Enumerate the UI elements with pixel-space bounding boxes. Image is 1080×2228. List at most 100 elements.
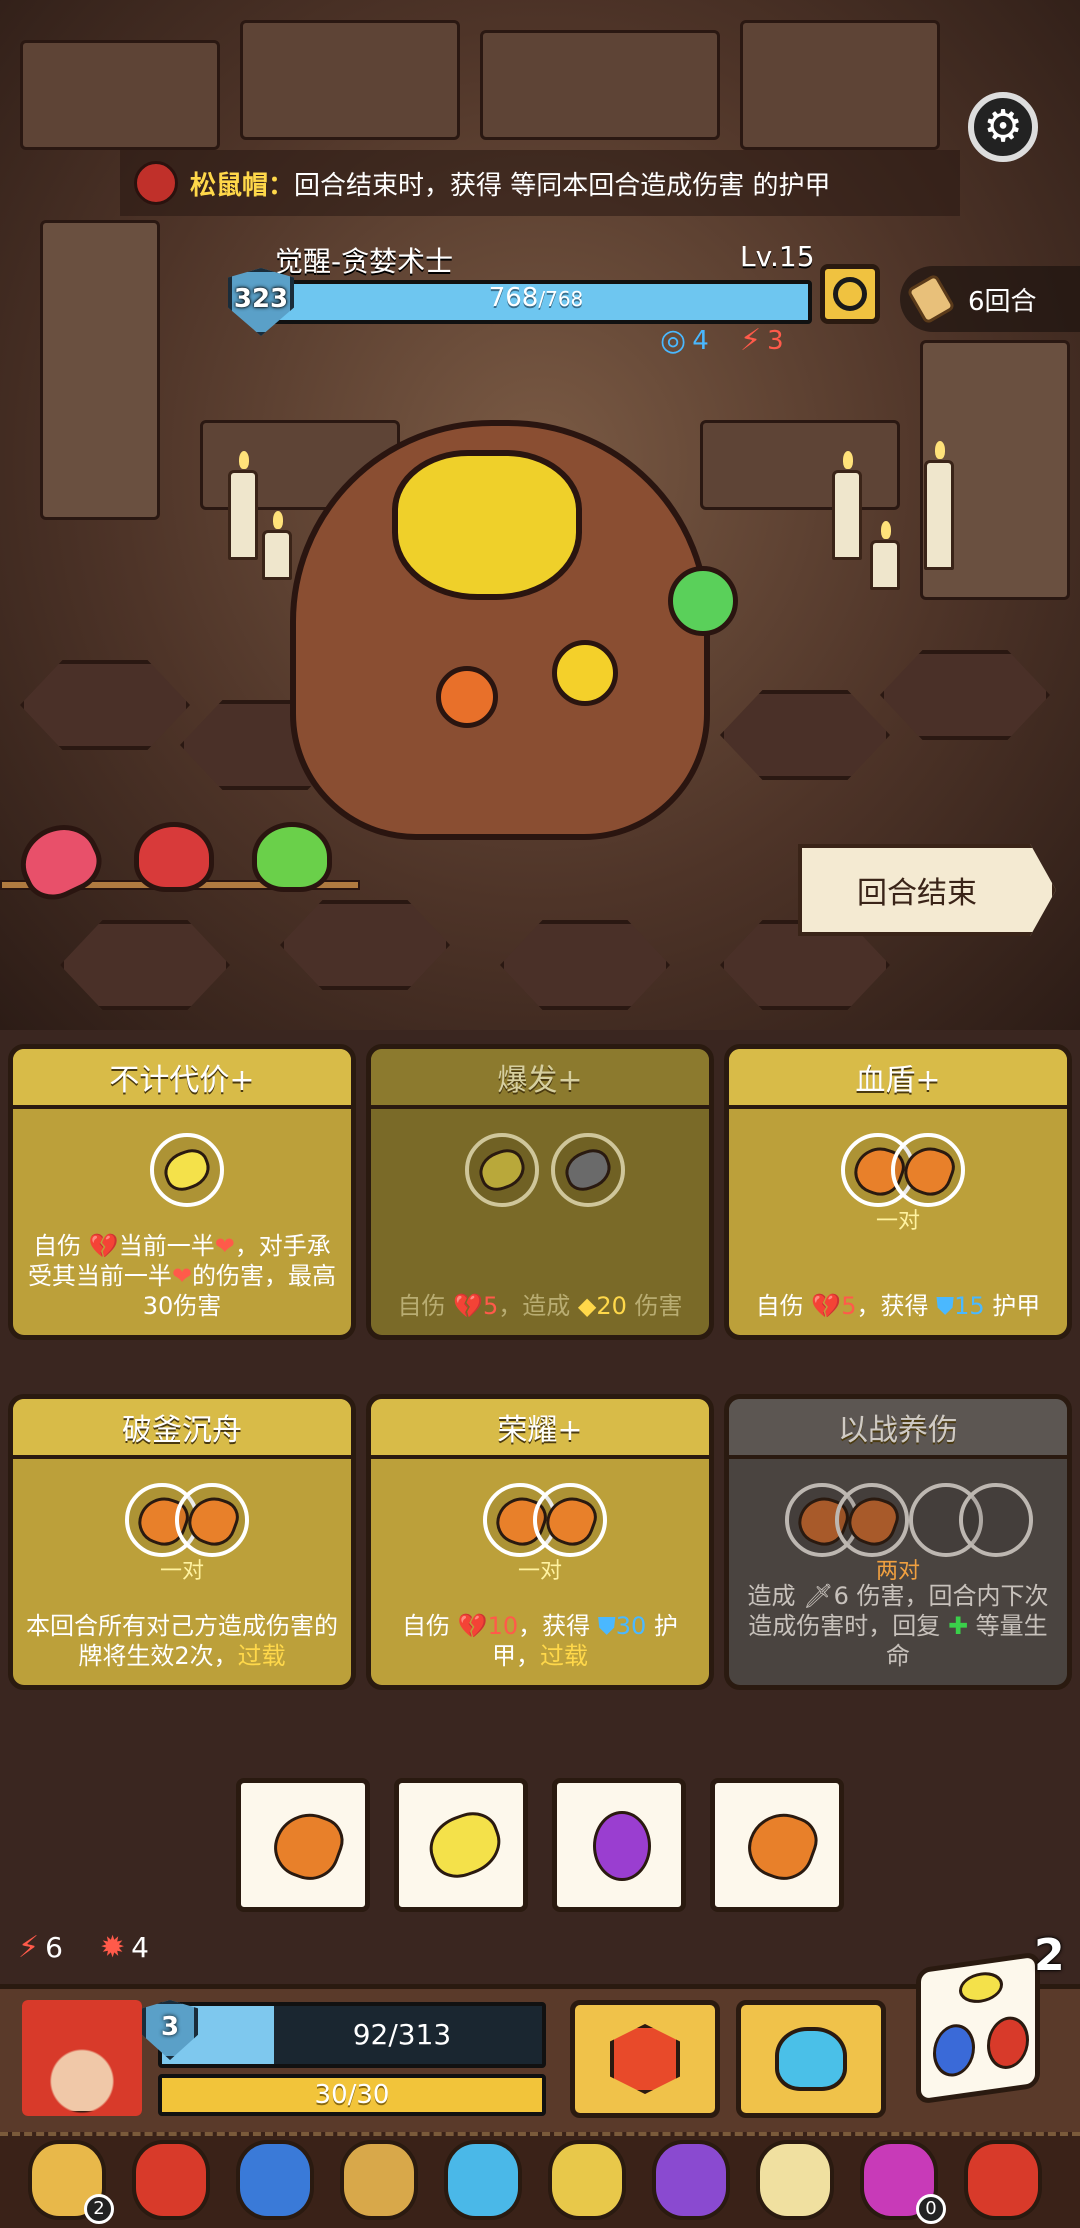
enemy-face: [392, 450, 582, 600]
lemon-icon: [559, 1144, 617, 1196]
fire-orb-icon: [436, 666, 498, 728]
reroll-die-button[interactable]: [916, 1951, 1040, 2105]
mango-icon: [265, 1803, 351, 1889]
lemon-icon: [158, 1144, 216, 1196]
player-status-gear-burst[interactable]: ✹ 4: [100, 1930, 149, 1965]
card-description-segment: 护甲: [984, 1292, 1041, 1320]
dice-slot[interactable]: [533, 1483, 607, 1557]
card-description-segment: 当前一半: [118, 1232, 215, 1260]
spiked-orb-icon[interactable]: [236, 2140, 314, 2220]
blue-skull-skill-button[interactable]: [736, 2000, 886, 2118]
enemy-hp-text: 768/768: [260, 283, 812, 313]
mango-icon: [842, 1490, 904, 1552]
lemon-icon: [473, 1144, 531, 1196]
card-description-segment: 造成: [747, 1582, 804, 1610]
mango-icon: [540, 1490, 602, 1552]
end-turn-button[interactable]: 回合结束: [798, 844, 1056, 936]
card-description: 自伤 💔当前一半❤，对手承受其当前一半❤的伤害，最高30伤害: [23, 1231, 341, 1321]
lemon-icon: [959, 1969, 1003, 2006]
grape-icon: [593, 1811, 651, 1881]
candle: [228, 451, 258, 560]
gear-medal-icon[interactable]: [756, 2140, 834, 2220]
relic-name: 松鼠帽: [190, 170, 269, 201]
card-description-segment: 自伤: [755, 1292, 812, 1320]
blue-skull-icon: [775, 2027, 847, 2091]
candle: [262, 511, 292, 580]
skill-card[interactable]: 血盾+ 一对 自伤 💔5，获得 ⛊15 护甲: [724, 1044, 1072, 1340]
diamond-orb-icon: [552, 640, 618, 706]
avatar-hair: [22, 2000, 142, 2116]
pair-label: 一对: [159, 1559, 204, 1584]
pair-label: 一对: [875, 1209, 920, 1234]
card-description-segment: 过载: [237, 1642, 286, 1670]
dice-slot[interactable]: [465, 1133, 539, 1207]
card-title: 荣耀+: [371, 1399, 709, 1459]
die-lemon[interactable]: [394, 1778, 528, 1912]
die-grape[interactable]: [552, 1778, 686, 1912]
enemy-hp-current: 768: [488, 283, 539, 313]
fire-d20-skill-button[interactable]: [570, 2000, 720, 2118]
blue-shield-icon[interactable]: [444, 2140, 522, 2220]
settings-gear-icon[interactable]: [968, 92, 1038, 162]
die-mango[interactable]: [236, 1778, 370, 1912]
red-dragon-icon[interactable]: [132, 2140, 210, 2220]
card-description: 自伤 💔10，获得 ⛊30 护甲，过载: [381, 1611, 699, 1671]
red-helmet-icon[interactable]: [964, 2140, 1042, 2220]
purple-hat-icon[interactable]: [652, 2140, 730, 2220]
card-description-segment: 💔5: [811, 1292, 857, 1320]
dice-slot[interactable]: [959, 1483, 1033, 1557]
relic-effect: 回合结束时，获得 等同本回合造成伤害 的护甲: [294, 170, 831, 201]
card-description-segment: ⛊15: [936, 1292, 985, 1320]
card-description: 本回合所有对己方造成伤害的牌将生效2次，过载: [23, 1611, 341, 1671]
dice-slot[interactable]: [891, 1133, 965, 1207]
mango-icon: [898, 1140, 960, 1202]
die-mango[interactable]: [710, 1778, 844, 1912]
dice-slot[interactable]: [175, 1483, 249, 1557]
gear-burst-icon: ✹: [100, 1930, 126, 1965]
skill-card[interactable]: 爆发+ 自伤 💔5，造成 ◆20 伤害: [366, 1044, 714, 1340]
pair-label: 一对: [517, 1559, 562, 1584]
card-description-segment: ◆20: [577, 1292, 627, 1320]
player-status-broken-heart[interactable]: ⚡ 6: [18, 1930, 63, 1965]
green-potion-icon[interactable]: [252, 822, 332, 892]
dice-slot[interactable]: [150, 1133, 224, 1207]
enemy-hp-max: /768: [538, 287, 584, 311]
card-description: 自伤 💔5，获得 ⛊15 护甲: [739, 1291, 1057, 1321]
card-description-segment: 自伤: [402, 1612, 458, 1640]
card-description-segment: 自伤: [397, 1292, 454, 1320]
card-description-segment: 💔10: [457, 1612, 519, 1640]
mango-icon: [739, 1803, 825, 1889]
turn-label: 6回合: [968, 286, 1037, 317]
skill-card[interactable]: 以战养伤 两对 造成 🗡6 伤害，回合内下次造成伤害时，回复 ✚ 等量生命: [724, 1394, 1072, 1690]
dice-slot[interactable]: [835, 1483, 909, 1557]
player-hp-text: 92/313: [352, 2018, 452, 2051]
inspect-enemy-button[interactable]: [820, 264, 880, 324]
card-description-segment: ，获得: [518, 1612, 598, 1640]
card-description-segment: 🗡6: [803, 1582, 849, 1610]
red-potion-icon[interactable]: [134, 822, 214, 892]
swirl-icon: ◎: [660, 323, 687, 358]
lion-badge-icon[interactable]: [340, 2140, 418, 2220]
enemy-status-swirl[interactable]: ◎ 4: [660, 323, 709, 358]
candle: [870, 521, 900, 590]
card-description: 造成 🗡6 伤害，回合内下次造成伤害时，回复 ✚ 等量生命: [739, 1581, 1057, 1671]
card-description: 自伤 💔5，造成 ◆20 伤害: [381, 1291, 699, 1321]
dice-slot[interactable]: [551, 1133, 625, 1207]
leaf-orb-icon: [668, 566, 738, 636]
turn-counter: 6回合: [900, 266, 1080, 332]
card-description-segment: ❤: [171, 1262, 193, 1290]
gold-star-icon[interactable]: [548, 2140, 626, 2220]
enemy-name: 觉醒-贪婪术士: [275, 245, 454, 278]
card-description-segment: 本回合所有对己方造成伤害的牌将生效2次，: [26, 1612, 338, 1670]
fire-d20-icon: [610, 2024, 680, 2094]
card-description-segment: ，造成: [498, 1292, 578, 1320]
card-description-segment: ⛊30: [597, 1612, 647, 1640]
enemy-status-broken-heart[interactable]: ⚡ 3: [740, 323, 784, 358]
card-description-segment: ✚: [947, 1612, 969, 1640]
relic-notice: 松鼠帽 ： 回合结束时，获得 等同本回合造成伤害 的护甲: [120, 150, 960, 216]
skill-card[interactable]: 荣耀+ 一对自伤 💔10，获得 ⛊30 护甲，过载: [366, 1394, 714, 1690]
candle: [924, 441, 954, 570]
broken-heart-icon: ⚡: [740, 323, 762, 358]
skill-card[interactable]: 破釜沉舟 一对 本回合所有对己方造成伤害的牌将生效2次，过载: [8, 1394, 356, 1690]
skill-card[interactable]: 不计代价+ 自伤 💔当前一半❤，对手承受其当前一半❤的伤害，最高30伤害: [8, 1044, 356, 1340]
